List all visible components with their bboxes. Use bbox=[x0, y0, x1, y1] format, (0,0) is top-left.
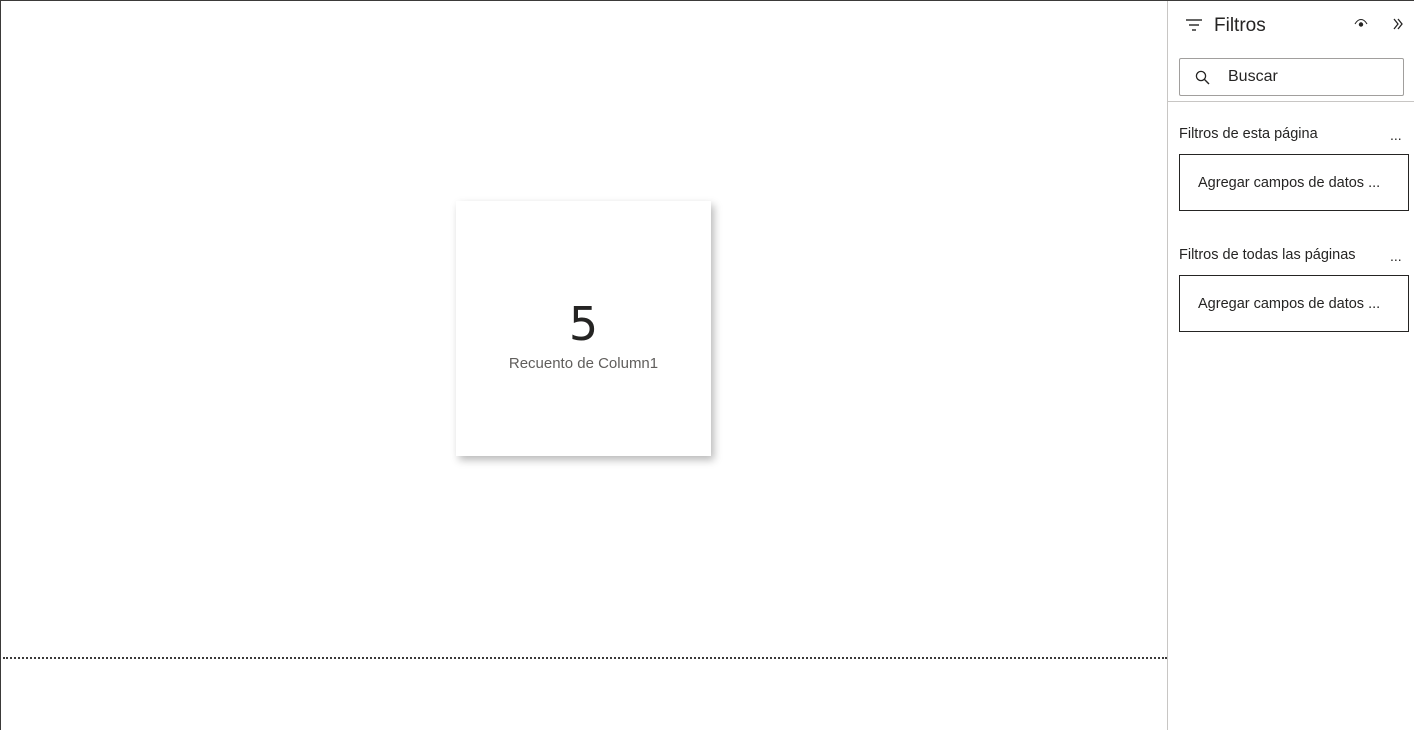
filters-pane-title: Filtros bbox=[1214, 15, 1266, 36]
card-value: 5 bbox=[568, 297, 599, 351]
drop-well-label: Agregar campos de datos ... bbox=[1198, 175, 1381, 191]
more-options-icon[interactable]: ... bbox=[1390, 128, 1402, 142]
filters-pane: Filtros Filtros de esta página ... Agreg… bbox=[1167, 1, 1414, 730]
card-visual[interactable]: 5 Recuento de Column1 bbox=[456, 201, 711, 456]
report-canvas[interactable]: 5 Recuento de Column1 bbox=[1, 1, 1167, 730]
card-label: Recuento de Column1 bbox=[508, 355, 659, 372]
filter-icon bbox=[1186, 19, 1202, 31]
section-title-all-pages: Filtros de todas las páginas bbox=[1179, 247, 1356, 263]
pane-divider bbox=[1168, 101, 1414, 102]
drop-well-all-pages[interactable]: Agregar campos de datos ... bbox=[1179, 275, 1409, 332]
more-options-icon[interactable]: ... bbox=[1390, 249, 1402, 263]
eye-icon[interactable] bbox=[1354, 18, 1368, 30]
collapse-pane-icon[interactable] bbox=[1392, 17, 1404, 31]
filter-search-box[interactable] bbox=[1179, 58, 1404, 96]
drop-well-label: Agregar campos de datos ... bbox=[1198, 296, 1381, 312]
filters-pane-header: Filtros bbox=[1168, 1, 1414, 49]
search-input[interactable] bbox=[1228, 67, 1398, 87]
page-boundary-line bbox=[3, 657, 1167, 659]
section-title-this-page: Filtros de esta página bbox=[1179, 126, 1318, 142]
search-icon bbox=[1195, 70, 1210, 85]
report-app: 5 Recuento de Column1 Filtros Buscar Fil… bbox=[0, 0, 1414, 730]
drop-well-this-page[interactable]: Agregar campos de datos ... bbox=[1179, 154, 1409, 211]
